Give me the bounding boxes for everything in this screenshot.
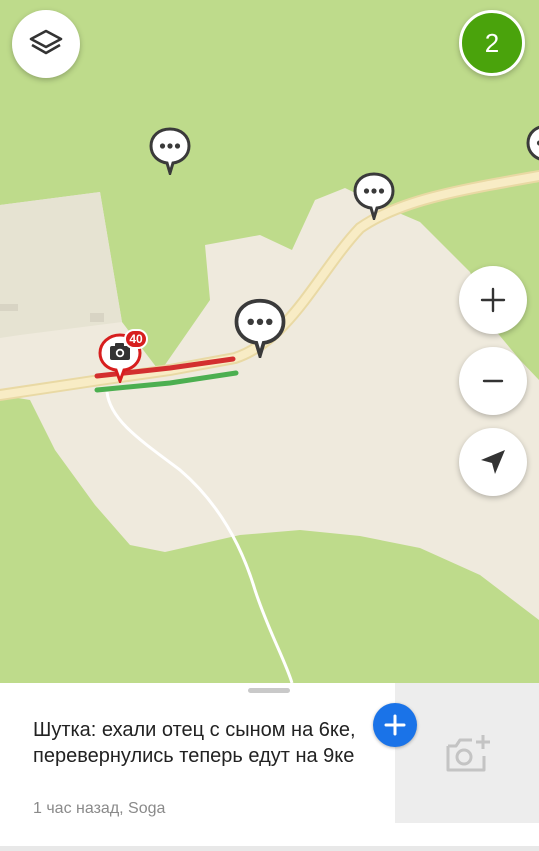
add-photo-icon xyxy=(446,735,490,772)
bottom-sheet[interactable]: Шутка: ехали отец с сыном на 6ке, переве… xyxy=(0,683,539,851)
divider xyxy=(0,846,539,851)
navigation-arrow-icon xyxy=(481,450,505,474)
building xyxy=(90,313,104,322)
event-message: Шутка: ехали отец с сыном на 6ке, переве… xyxy=(33,719,356,767)
building xyxy=(0,304,18,311)
chat-bubble-icon[interactable] xyxy=(353,172,395,225)
layers-icon xyxy=(29,29,63,55)
event-meta: 1 час назад, Soga xyxy=(33,800,166,817)
sheet-drag-handle[interactable] xyxy=(248,688,290,693)
zoom-out-button[interactable] xyxy=(459,347,527,415)
chat-bubble-icon[interactable] xyxy=(149,127,191,180)
my-location-button[interactable] xyxy=(459,428,527,496)
zoom-in-button[interactable] xyxy=(459,266,527,334)
layers-button[interactable] xyxy=(12,10,80,78)
plus-icon xyxy=(384,714,406,736)
minus-icon xyxy=(482,379,504,383)
add-photo-button[interactable] xyxy=(395,683,539,823)
add-comment-button[interactable] xyxy=(373,703,417,747)
map-view[interactable]: 40 2 xyxy=(0,0,539,683)
chat-bubble-icon[interactable] xyxy=(234,298,286,363)
chat-bubble-icon[interactable] xyxy=(526,124,539,177)
plus-icon xyxy=(480,287,506,313)
speed-limit-badge: 40 xyxy=(124,329,148,349)
notifications-count-button[interactable]: 2 xyxy=(459,10,525,76)
